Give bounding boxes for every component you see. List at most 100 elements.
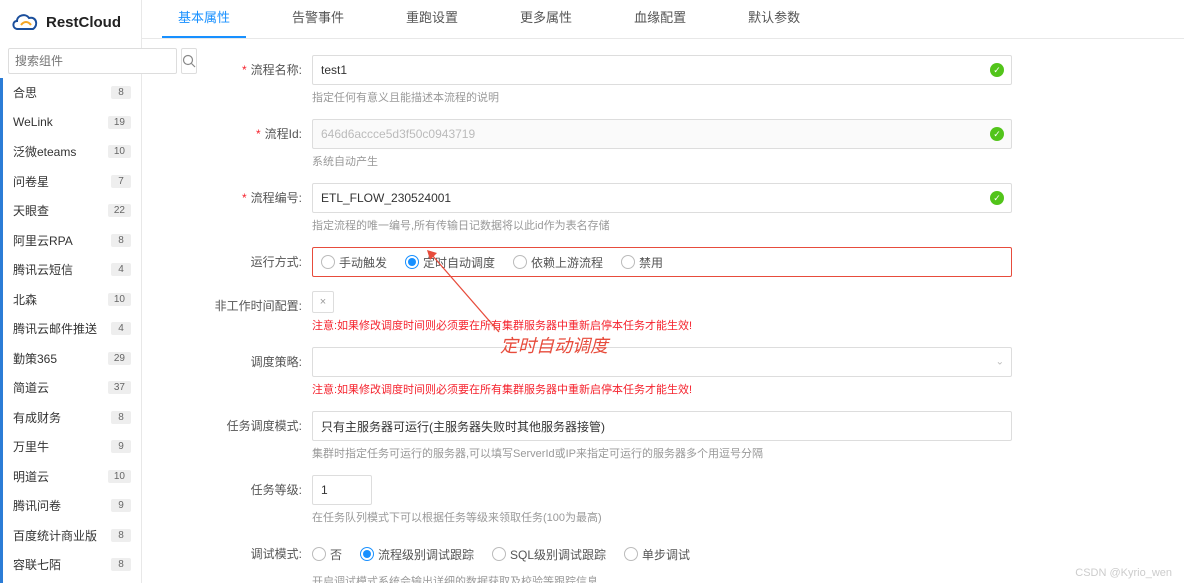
sidebar-badge: 10 xyxy=(108,293,131,306)
sidebar-badge: 22 xyxy=(108,204,131,217)
radio-label: 手动触发 xyxy=(339,254,387,271)
radio-circle-icon xyxy=(360,547,374,561)
label-id: 流程Id: xyxy=(172,119,312,142)
sidebar-item[interactable]: 腾讯云短信4 xyxy=(0,255,141,285)
radio-label: 单步调试 xyxy=(642,546,690,563)
sidebar-item-label: 腾讯云邮件推送 xyxy=(13,320,97,337)
radio-circle-icon xyxy=(405,255,419,269)
sidebar-item[interactable]: 勤策36529 xyxy=(0,344,141,374)
radio-option[interactable]: 定时自动调度 xyxy=(405,254,495,271)
radio-option[interactable]: 否 xyxy=(312,546,342,563)
valid-icon: ✓ xyxy=(990,127,1004,141)
sidebar-badge: 8 xyxy=(111,529,131,542)
sidebar-badge: 8 xyxy=(111,558,131,571)
sidebar-badge: 37 xyxy=(108,381,131,394)
sidebar-item-label: 腾讯问卷 xyxy=(13,497,61,514)
sidebar-item-label: 问卷星 xyxy=(13,173,49,190)
select-strategy[interactable] xyxy=(312,347,1012,377)
sidebar-item[interactable]: 简道云 37 xyxy=(0,373,141,403)
radio-option[interactable]: 流程级别调试跟踪 xyxy=(360,546,474,563)
sidebar-badge: 19 xyxy=(108,116,131,129)
radio-option[interactable]: 单步调试 xyxy=(624,546,690,563)
tab[interactable]: 默认参数 xyxy=(732,7,816,38)
radio-label: 禁用 xyxy=(639,254,663,271)
radio-label: 否 xyxy=(330,546,342,563)
sidebar-list: 合思8 WeLink 19 泛微eteams10 问卷星 7 天眼查 22 阿里云RPA 8 腾讯云… xyxy=(0,78,141,583)
input-schedmode[interactable] xyxy=(312,411,1012,441)
label-nonwork: 非工作时间配置: xyxy=(172,291,312,314)
search-row xyxy=(0,44,141,78)
sidebar-item-label: 万里牛 xyxy=(13,438,49,455)
radio-option[interactable]: 依赖上游流程 xyxy=(513,254,603,271)
tab[interactable]: 更多属性 xyxy=(504,7,588,38)
radio-label: SQL级别调试跟踪 xyxy=(510,546,606,563)
sidebar-item[interactable]: 腾讯云邮件推送4 xyxy=(0,314,141,344)
help-code: 指定流程的唯一编号,所有传输日记数据将以此id作为表名存储 xyxy=(312,217,1012,233)
sidebar-item[interactable]: 阿里云RPA 8 xyxy=(0,226,141,256)
sidebar-item-label: 阿里云RPA xyxy=(13,232,73,249)
sidebar-item[interactable]: 明道云10 xyxy=(0,462,141,492)
runmode-group: 手动触发 定时自动调度 依赖上游流程 禁用 xyxy=(312,247,1012,277)
radio-circle-icon xyxy=(312,547,326,561)
sidebar-item[interactable]: 北森 10 xyxy=(0,285,141,315)
sidebar-item-label: 有成财务 xyxy=(13,409,61,426)
sidebar-badge: 9 xyxy=(111,440,131,453)
sidebar-item[interactable]: 天眼查 22 xyxy=(0,196,141,226)
debug-group: 否 流程级别调试跟踪 SQL级别调试跟踪 单步调试 xyxy=(312,539,1012,569)
sidebar-item[interactable]: WeLink 19 xyxy=(0,108,141,138)
label-code: 流程编号: xyxy=(172,183,312,206)
sidebar-item-label: 容联七陌 xyxy=(13,556,61,573)
logo: RestCloud xyxy=(0,0,141,44)
sidebar-item-label: 北森 xyxy=(13,291,37,308)
help-id: 系统自动产生 xyxy=(312,153,1012,169)
label-debug: 调试模式: xyxy=(172,539,312,562)
sidebar-item[interactable]: 问卷星 7 xyxy=(0,167,141,197)
input-process-name[interactable] xyxy=(312,55,1012,85)
sidebar-badge: 9 xyxy=(111,499,131,512)
nonwork-clear[interactable]: × xyxy=(312,291,334,313)
radio-option[interactable]: SQL级别调试跟踪 xyxy=(492,546,606,563)
sidebar-item-label: 简道云 xyxy=(13,379,49,396)
help-level: 在任务队列模式下可以根据任务等级来领取任务(100为最高) xyxy=(312,509,1012,525)
radio-option[interactable]: 禁用 xyxy=(621,254,663,271)
sidebar-item[interactable]: 百度统计商业版 8 xyxy=(0,521,141,551)
label-runmode: 运行方式: xyxy=(172,247,312,270)
sidebar-item-label: 天眼查 xyxy=(13,202,49,219)
sidebar-badge: 8 xyxy=(111,411,131,424)
radio-circle-icon xyxy=(513,255,527,269)
logo-cloud-icon xyxy=(10,11,40,33)
tab[interactable]: 重跑设置 xyxy=(390,7,474,38)
radio-label: 定时自动调度 xyxy=(423,254,495,271)
sidebar-badge: 4 xyxy=(111,263,131,276)
sidebar-item-label: 百度统计商业版 xyxy=(13,527,97,544)
sidebar-badge: 10 xyxy=(108,145,131,158)
logo-text: RestCloud xyxy=(46,14,121,31)
sidebar-badge: 7 xyxy=(111,175,131,188)
input-process-id xyxy=(312,119,1012,149)
tab[interactable]: 告警事件 xyxy=(276,7,360,38)
sidebar-item[interactable]: 合思8 xyxy=(0,78,141,108)
label-level: 任务等级: xyxy=(172,475,312,498)
sidebar-item[interactable]: 容联七陌 8 xyxy=(0,550,141,580)
sidebar-item[interactable]: 腾讯问卷 9 xyxy=(0,491,141,521)
radio-label: 流程级别调试跟踪 xyxy=(378,546,474,563)
input-process-code[interactable] xyxy=(312,183,1012,213)
valid-icon: ✓ xyxy=(990,191,1004,205)
radio-circle-icon xyxy=(321,255,335,269)
sidebar-badge: 8 xyxy=(111,234,131,247)
sidebar-item[interactable]: 泛微eteams10 xyxy=(0,137,141,167)
help-schedmode: 集群时指定任务可运行的服务器,可以填写ServerId或IP来指定可运行的服务器… xyxy=(312,445,1012,461)
tab[interactable]: 血缘配置 xyxy=(618,7,702,38)
sidebar-item[interactable]: 有成财务 8 xyxy=(0,403,141,433)
valid-icon: ✓ xyxy=(990,63,1004,77)
tabs: 基本属性告警事件重跑设置更多属性血缘配置默认参数 xyxy=(142,0,1184,39)
radio-option[interactable]: 手动触发 xyxy=(321,254,387,271)
tab[interactable]: 基本属性 xyxy=(162,7,246,38)
sidebar-item-label: 明道云 xyxy=(13,468,49,485)
sidebar-item-label: WeLink xyxy=(13,115,53,129)
label-name: 流程名称: xyxy=(172,55,312,78)
input-level[interactable] xyxy=(312,475,372,505)
chevron-down-icon: ⌄ xyxy=(996,357,1004,368)
sidebar-item[interactable]: 万里牛 9 xyxy=(0,432,141,462)
sidebar-item[interactable]: 富勒wms6 xyxy=(0,580,141,583)
